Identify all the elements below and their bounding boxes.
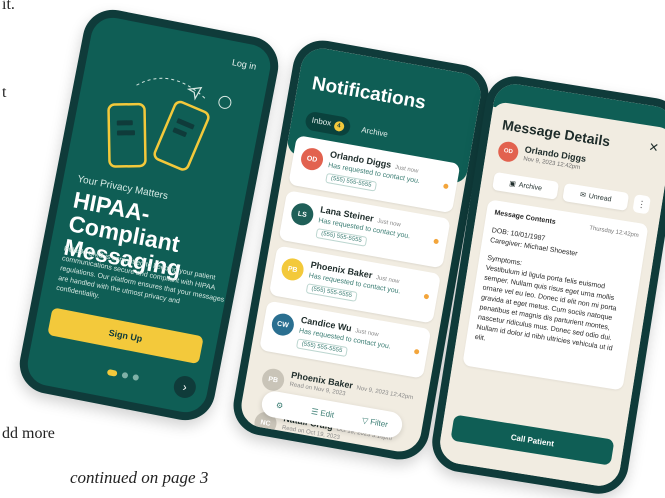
avatar: CW [270, 311, 296, 338]
close-icon[interactable]: ✕ [648, 140, 660, 155]
timestamp: Just now [394, 164, 419, 175]
contents-title: Message Contents [493, 209, 557, 226]
doc-text-fragment: t [2, 84, 7, 101]
archive-icon: ▣ [508, 180, 517, 189]
page-footer-note: continued on page 3 [70, 468, 209, 487]
pager-dot-active[interactable] [106, 368, 118, 377]
timestamp: Nov 9, 2023 12:42pm [355, 385, 414, 402]
login-link[interactable]: Log in [231, 57, 257, 71]
filter-label: Filter [369, 416, 389, 429]
mail-icon: ✉ [579, 191, 587, 200]
avatar: PB [260, 366, 286, 393]
avatar: PB [279, 256, 306, 283]
unread-indicator [433, 238, 440, 245]
doc-text-fragment: it. [2, 0, 15, 13]
tab-archive[interactable]: Archive [354, 120, 395, 143]
timestamp: Just now [376, 218, 402, 229]
more-options-icon[interactable]: ⋮ [632, 194, 651, 215]
contents-time: Thursday 12:42pm [588, 225, 640, 240]
edit-button[interactable]: ☰ Edit [310, 406, 334, 419]
avatar: LS [289, 201, 316, 228]
tab-label: Inbox [311, 115, 332, 128]
gear-icon[interactable]: ⚙ [275, 400, 284, 410]
timestamp: Just now [354, 328, 380, 339]
call-patient-button[interactable]: Call Patient [450, 414, 615, 466]
pager-dot[interactable] [121, 371, 129, 379]
message-contents: Message Contents Thursday 12:42pm DOB: 1… [462, 199, 649, 391]
unread-indicator [413, 348, 420, 355]
chevron-right-icon[interactable]: › [171, 374, 198, 400]
archive-button[interactable]: ▣ Archive [492, 171, 560, 200]
phones-illustration [107, 77, 232, 171]
avatar: OD [496, 140, 520, 164]
archive-label: Archive [518, 181, 543, 192]
pager-dot[interactable] [132, 373, 140, 381]
unread-label: Unread [588, 192, 613, 203]
page-title: Message Details [501, 116, 612, 150]
page-title: Notifications [310, 73, 428, 114]
pager-dots[interactable] [106, 368, 140, 381]
unread-indicator [423, 293, 430, 300]
inbox-count-badge: 4 [332, 120, 345, 133]
tab-inbox[interactable]: Inbox 4 [304, 110, 352, 138]
unread-button[interactable]: ✉ Unread [562, 183, 630, 211]
timestamp: Just now [375, 275, 400, 286]
avatar: OD [299, 146, 325, 172]
filter-button[interactable]: ▽ Filter [361, 415, 388, 428]
onboarding-screen: Log in Your Privacy Matters HIPAA-Compli… [23, 14, 275, 416]
doc-text-fragment: dd more [2, 425, 55, 442]
edit-label: Edit [319, 407, 335, 420]
unread-indicator [442, 183, 449, 190]
